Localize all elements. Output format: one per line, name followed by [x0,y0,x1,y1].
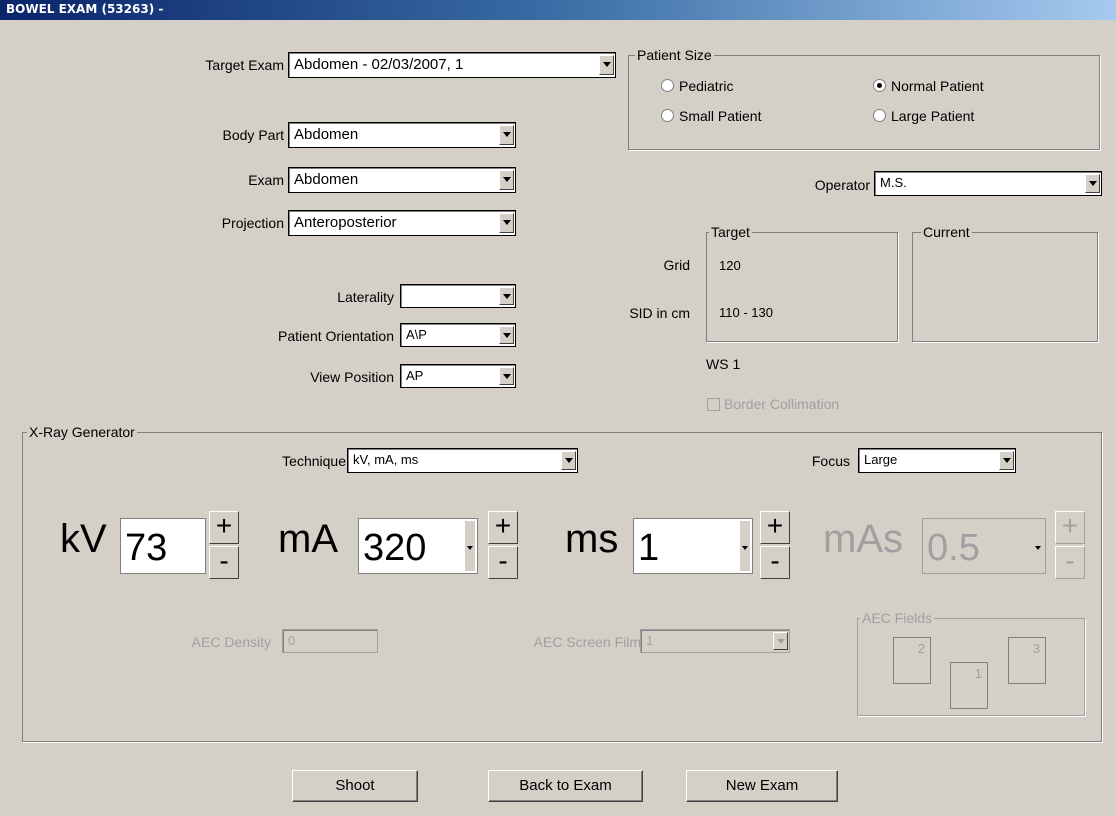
kv-input[interactable]: 73 [120,518,206,574]
projection-label: Projection [221,215,284,231]
new-exam-button[interactable]: New Exam [686,770,838,802]
chevron-down-icon[interactable] [499,213,514,233]
radio-icon [661,79,674,92]
ma-label: mA [278,517,338,561]
window-title: BOWEL EXAM (53263) - [6,2,164,16]
view-position-value: AP [406,368,424,383]
aec-density-value: 0 [288,633,296,648]
radio-normal-patient[interactable]: Normal Patient [873,78,984,94]
target-title: Target [709,224,752,240]
target-group: Target 120 110 - 130 [706,224,898,342]
spin-down-icon [1033,521,1043,571]
ms-value: 1 [638,527,660,569]
radio-icon [661,109,674,122]
chevron-down-icon[interactable] [1085,174,1100,193]
chevron-down-icon[interactable] [499,125,514,145]
mas-minus-button: - [1055,546,1085,579]
ws-label: WS 1 [706,356,741,372]
sid-label: SID in cm [629,305,690,321]
view-position-label: View Position [310,369,394,385]
back-to-exam-button[interactable]: Back to Exam [488,770,643,802]
chevron-down-icon[interactable] [561,451,576,470]
body-part-value: Abdomen [294,126,359,143]
radio-small-patient[interactable]: Small Patient [661,108,761,124]
focus-label: Focus [811,453,850,469]
grid-value: 120 [719,258,741,273]
ms-label: ms [565,517,619,561]
aec-field-1: 1 [950,662,988,709]
radio-pediatric[interactable]: Pediatric [661,78,733,94]
ms-minus-button[interactable]: - [760,546,790,579]
radio-selected-icon [873,79,886,92]
operator-label: Operator [814,177,870,193]
technique-label: Technique [282,453,346,469]
radio-icon [873,109,886,122]
focus-value: Large [864,452,898,467]
patient-size-group: Patient Size Pediatric Normal Patient Sm… [628,47,1100,150]
body-part-label: Body Part [222,127,284,143]
chevron-down-icon[interactable] [499,170,514,190]
laterality-select[interactable] [400,284,516,308]
ma-input[interactable]: 320 [358,518,478,574]
orientation-value: A\P [406,327,427,342]
orientation-label: Patient Orientation [278,328,394,344]
border-collimation-label: Border Collimation [724,396,840,412]
mas-input: 0.5 [922,518,1046,574]
mas-label: mAs [823,517,903,561]
current-title: Current [921,224,972,240]
ms-plus-button[interactable]: + [760,511,790,544]
operator-select[interactable]: M.S. [874,171,1102,196]
technique-select[interactable]: kV, mA, ms [347,448,578,473]
mas-value: 0.5 [927,527,980,569]
aec-screen-film-value: 1 [646,633,654,648]
orientation-select[interactable]: A\P [400,323,516,347]
current-group: Current [912,224,1098,342]
ma-plus-button[interactable]: + [488,511,518,544]
border-collimation-checkbox[interactable] [707,398,720,411]
sid-value: 110 - 130 [719,305,773,320]
mas-plus-button: + [1055,511,1085,544]
target-exam-value: Abdomen - 02/03/2007, 1 [294,56,464,73]
chevron-down-icon[interactable] [499,287,514,305]
xray-generator-title: X-Ray Generator [27,424,137,440]
focus-select[interactable]: Large [858,448,1016,473]
exam-label: Exam [248,172,284,188]
chevron-down-icon[interactable] [999,451,1014,470]
aec-density-label: AEC Density [191,634,271,650]
projection-select[interactable]: Anteroposterior [288,210,516,236]
ma-value: 320 [363,527,427,569]
laterality-label: Laterality [337,289,394,305]
spin-down-icon[interactable] [740,521,750,571]
aec-fields-title: AEC Fields [860,610,935,626]
aec-field-2: 2 [893,637,931,684]
kv-plus-button[interactable]: + [209,511,239,544]
grid-label: Grid [663,257,690,273]
shoot-button[interactable]: Shoot [292,770,418,802]
chevron-down-icon[interactable] [499,326,514,344]
chevron-down-icon[interactable] [599,55,614,75]
title-bar: BOWEL EXAM (53263) - [0,0,1116,20]
patient-size-title: Patient Size [635,47,714,63]
kv-minus-button[interactable]: - [209,546,239,579]
exam-value: Abdomen [294,171,359,188]
aec-density-input: 0 [282,629,378,653]
view-position-select[interactable]: AP [400,364,516,388]
exam-select[interactable]: Abdomen [288,167,516,193]
aec-screen-film-label: AEC Screen Film [533,634,641,650]
body-part-select[interactable]: Abdomen [288,122,516,148]
spin-down-icon[interactable] [465,521,475,571]
chevron-down-icon[interactable] [499,367,514,385]
chevron-down-icon [773,632,788,650]
operator-value: M.S. [880,175,907,190]
ms-input[interactable]: 1 [633,518,753,574]
projection-value: Anteroposterior [294,214,397,231]
target-exam-select[interactable]: Abdomen - 02/03/2007, 1 [288,52,616,78]
technique-value: kV, mA, ms [353,452,419,467]
aec-field-3: 3 [1008,637,1046,684]
ma-minus-button[interactable]: - [488,546,518,579]
aec-screen-film-select: 1 [640,629,790,653]
radio-large-patient[interactable]: Large Patient [873,108,974,124]
target-exam-label: Target Exam [205,57,284,73]
kv-label: kV [60,517,107,561]
